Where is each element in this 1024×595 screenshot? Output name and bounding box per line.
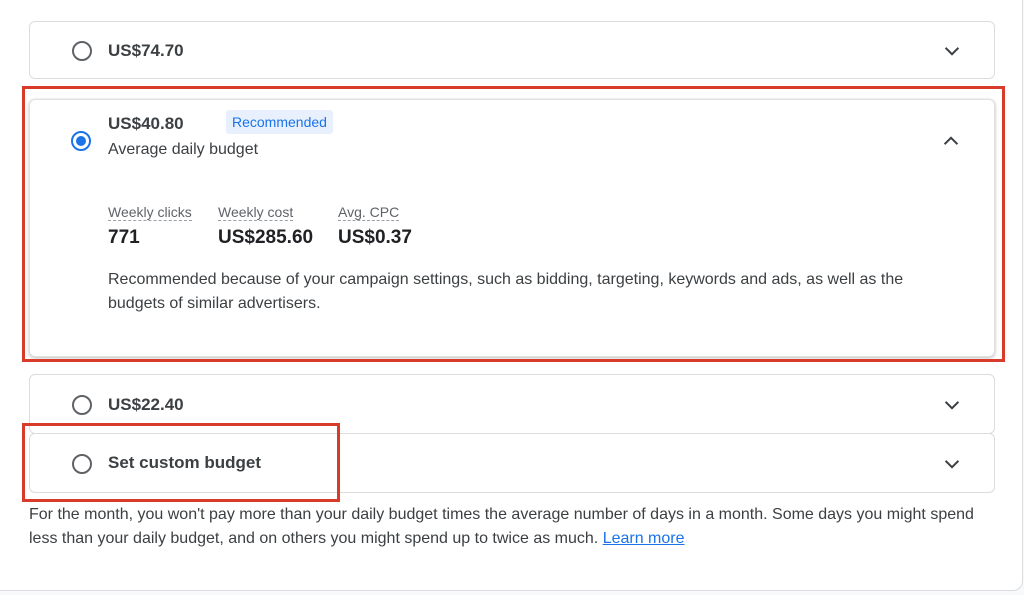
budget-subtitle: Average daily budget bbox=[108, 141, 259, 158]
learn-more-link[interactable]: Learn more bbox=[603, 530, 685, 547]
avg-cpc-label[interactable]: Avg. CPC bbox=[338, 204, 400, 221]
budget-option-custom[interactable]: Set custom budget bbox=[29, 433, 995, 493]
avg-cpc-value: US$0.37 bbox=[338, 227, 412, 248]
budget-amount: US$74.70 bbox=[108, 41, 184, 60]
budget-panel: US$74.70 US$40.80 Recommended Average da… bbox=[0, 0, 1023, 591]
weekly-clicks-label[interactable]: Weekly clicks bbox=[108, 204, 192, 221]
recommended-badge: Recommended bbox=[226, 110, 333, 134]
budget-amount: US$40.80 bbox=[108, 114, 184, 133]
custom-budget-label: Set custom budget bbox=[108, 453, 262, 472]
weekly-clicks-value: 771 bbox=[108, 227, 140, 248]
radio-button-icon[interactable] bbox=[72, 41, 92, 61]
weekly-cost-label[interactable]: Weekly cost bbox=[218, 204, 294, 221]
chevron-down-icon[interactable] bbox=[941, 453, 963, 475]
budget-option-22-40[interactable]: US$22.40 bbox=[29, 374, 995, 434]
budget-option-40-80[interactable]: US$40.80 Recommended Average daily budge… bbox=[29, 99, 995, 357]
chevron-down-icon[interactable] bbox=[941, 394, 963, 416]
footnote-text: For the month, you won't pay more than y… bbox=[29, 506, 974, 547]
weekly-cost-value: US$285.60 bbox=[218, 227, 314, 248]
chevron-down-icon[interactable] bbox=[941, 40, 963, 62]
recommendation-reason: Recommended because of your campaign set… bbox=[108, 271, 904, 312]
radio-button-icon[interactable] bbox=[72, 454, 92, 474]
radio-button-checked-icon[interactable] bbox=[71, 131, 91, 151]
radio-button-icon[interactable] bbox=[72, 395, 92, 415]
budget-amount: US$22.40 bbox=[108, 395, 184, 414]
budget-option-74-70[interactable]: US$74.70 bbox=[29, 21, 995, 79]
chevron-up-icon[interactable] bbox=[940, 130, 962, 152]
budget-footnote: For the month, you won't pay more than y… bbox=[29, 503, 999, 551]
